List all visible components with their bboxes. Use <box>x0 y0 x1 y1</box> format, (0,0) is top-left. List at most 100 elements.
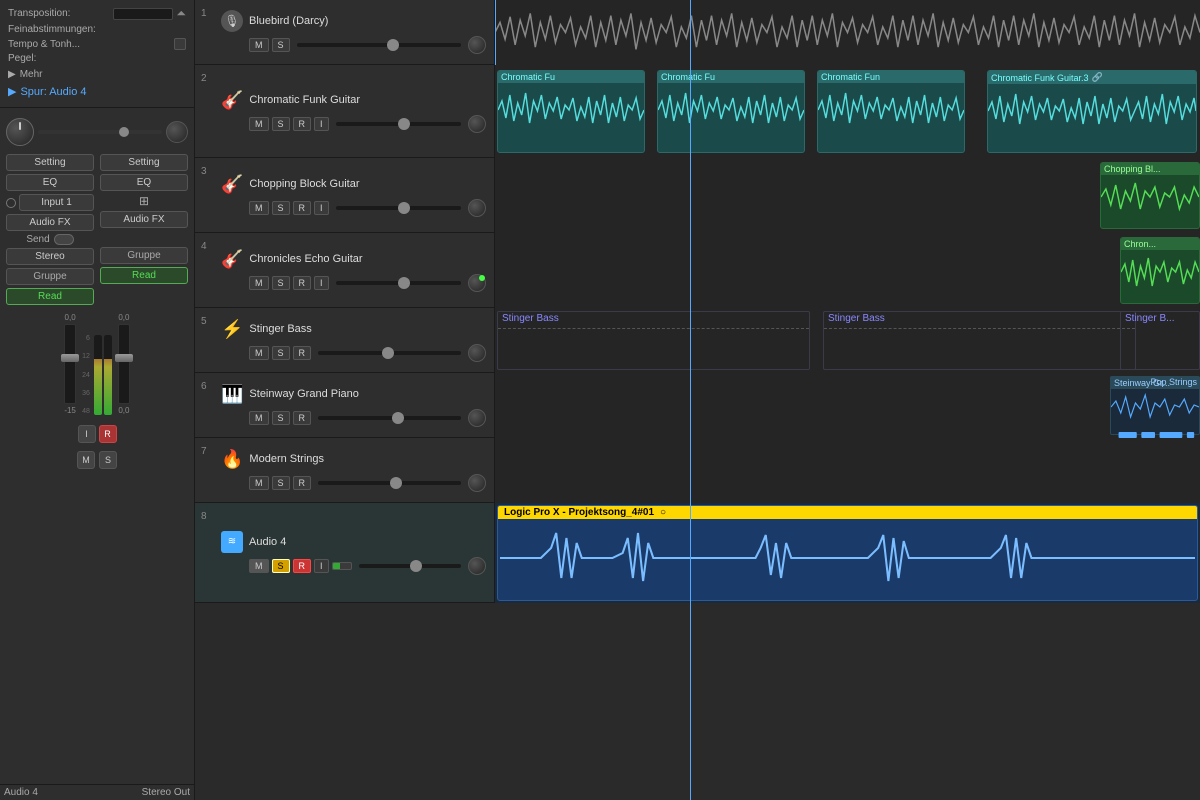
track6-m-button[interactable]: M <box>249 411 269 425</box>
track-content-5[interactable]: Stinger Bass Stinger Bass Stinger B... <box>495 308 1200 373</box>
fader-val-left: 0,0 <box>65 313 76 322</box>
track4-i-button[interactable]: I <box>314 276 329 290</box>
transposition-arrows[interactable]: ⏶ <box>176 6 186 21</box>
track-header-2: 2 🎸 Chromatic Funk Guitar M S R I <box>195 65 495 157</box>
track-row-6: 6 🎹 Steinway Grand Piano M S R Steinway … <box>195 373 1200 438</box>
stinger-clip-1[interactable]: Stinger Bass <box>497 311 810 370</box>
track1-knob[interactable] <box>468 36 486 54</box>
eq-button-left[interactable]: EQ <box>6 174 94 191</box>
track2-i-button[interactable]: I <box>314 117 329 131</box>
clip-chronicles-right[interactable]: Chron... <box>1120 237 1200 304</box>
track5-s-button[interactable]: S <box>272 346 290 360</box>
setting-button-right[interactable]: Setting <box>100 154 188 171</box>
left-top-controls: Transposition: ⏶ Feinabstimmungen: Tempo… <box>0 0 194 108</box>
mehr-button[interactable]: ▶ Mehr <box>8 67 186 82</box>
track8-slider[interactable] <box>359 564 461 568</box>
i-button[interactable]: I <box>78 425 96 443</box>
track-header-4: 4 🎸 Chronicles Echo Guitar M S R I <box>195 233 495 307</box>
track5-knob[interactable] <box>468 344 486 362</box>
audio4-waveform-area <box>498 519 1197 600</box>
stinger-clip-2[interactable]: Stinger Bass <box>823 311 1136 370</box>
m-button-bottom[interactable]: M <box>77 451 95 469</box>
input1-row: Input 1 <box>6 194 94 211</box>
track3-m-button[interactable]: M <box>249 201 269 215</box>
level-slider[interactable] <box>38 130 162 134</box>
track7-slider[interactable] <box>318 481 461 485</box>
track3-s-button[interactable]: S <box>272 201 290 215</box>
clip-chopping-right[interactable]: Chopping Bl... <box>1100 162 1200 229</box>
track4-r-button[interactable]: R <box>293 276 312 290</box>
audio-fx-button-left[interactable]: Audio FX <box>6 214 94 231</box>
read-button-right[interactable]: Read <box>100 267 188 284</box>
clip-chromatic-2[interactable]: Chromatic Fu <box>657 70 805 153</box>
track1-waveform <box>495 0 1200 65</box>
track2-slider[interactable] <box>336 122 461 126</box>
track6-knob[interactable] <box>468 409 486 427</box>
input1-button[interactable]: Input 1 <box>19 194 94 211</box>
track6-slider[interactable] <box>318 416 461 420</box>
track5-slider[interactable] <box>318 351 461 355</box>
track7-r-button[interactable]: R <box>293 476 312 490</box>
track5-r-button[interactable]: R <box>293 346 312 360</box>
r-button[interactable]: R <box>99 425 117 443</box>
track2-knob[interactable] <box>468 115 486 133</box>
gruppe-button-left[interactable]: Gruppe <box>6 268 94 285</box>
audio4-clip[interactable]: Logic Pro X - Projektsong_4#01 ○ <box>497 505 1198 601</box>
gruppe-button-right[interactable]: Gruppe <box>100 247 188 264</box>
tempo-toggle[interactable] <box>174 38 186 50</box>
track1-m-button[interactable]: M <box>249 38 269 52</box>
right-fader[interactable] <box>118 324 130 404</box>
eq-button-right[interactable]: EQ <box>100 174 188 191</box>
read-button-left[interactable]: Read <box>6 288 94 305</box>
track4-s-button[interactable]: S <box>272 276 290 290</box>
send-toggle[interactable] <box>54 234 74 245</box>
spur-audio4-label[interactable]: ▶ Spur: Audio 4 <box>8 82 186 101</box>
track-content-7[interactable] <box>495 438 1200 503</box>
track-content-1[interactable] <box>495 0 1200 65</box>
track5-m-button[interactable]: M <box>249 346 269 360</box>
stinger-clip-3[interactable]: Stinger B... <box>1120 311 1200 370</box>
track-content-8[interactable]: Logic Pro X - Projektsong_4#01 ○ <box>495 503 1200 603</box>
setting-button-left[interactable]: Setting <box>6 154 94 171</box>
track7-s-button[interactable]: S <box>272 476 290 490</box>
clip-chromatic-1[interactable]: Chromatic Fu <box>497 70 645 153</box>
track3-knob[interactable] <box>468 199 486 217</box>
main-knob[interactable] <box>6 118 34 146</box>
track8-i-button[interactable]: I <box>314 559 329 573</box>
track-content-6[interactable]: Steinway Gr... Pop Strings <box>495 373 1200 438</box>
track3-i-button[interactable]: I <box>314 201 329 215</box>
track-content-4[interactable]: Chron... <box>495 233 1200 308</box>
steinway-clip-right[interactable]: Steinway Gr... <box>1110 376 1200 435</box>
track2-r-button[interactable]: R <box>293 117 312 131</box>
track3-slider[interactable] <box>336 206 461 210</box>
track3-r-button[interactable]: R <box>293 201 312 215</box>
track4-slider[interactable] <box>336 281 461 285</box>
track4-m-button[interactable]: M <box>249 276 269 290</box>
audio-fx-button-right[interactable]: Audio FX <box>100 211 188 228</box>
track-content-3[interactable]: Chopping Bl... <box>495 158 1200 233</box>
track1-slider[interactable] <box>297 43 461 47</box>
clip-label-chromatic-3: Chromatic Fun <box>818 71 964 83</box>
stereo-button[interactable]: Stereo <box>6 248 94 265</box>
track6-r-button[interactable]: R <box>293 411 312 425</box>
track1-s-button[interactable]: S <box>272 38 290 52</box>
track-name-row-6: 🎹 Steinway Grand Piano <box>203 384 486 405</box>
track8-m-button[interactable]: M <box>249 559 269 573</box>
secondary-knob[interactable] <box>166 121 188 143</box>
track-content-2[interactable]: Chromatic Fu Chromatic Fu Chromatic Fun <box>495 65 1200 158</box>
track6-s-button[interactable]: S <box>272 411 290 425</box>
track7-m-button[interactable]: M <box>249 476 269 490</box>
clip-chromatic-3[interactable]: Chromatic Fun <box>817 70 965 153</box>
channel-strip: Setting EQ Input 1 Audio FX Send Stereo … <box>0 108 194 784</box>
track2-s-button[interactable]: S <box>272 117 290 131</box>
track7-knob[interactable] <box>468 474 486 492</box>
s-button-bottom[interactable]: S <box>99 451 117 469</box>
track2-m-button[interactable]: M <box>249 117 269 131</box>
left-fader[interactable] <box>64 324 76 404</box>
clip-chromatic-4[interactable]: Chromatic Funk Guitar.3 🔗 <box>987 70 1197 153</box>
track8-s-button[interactable]: S <box>272 559 290 573</box>
track8-r-button[interactable]: R <box>293 559 312 573</box>
track4-knob[interactable] <box>468 274 486 292</box>
track8-knob[interactable] <box>468 557 486 575</box>
track-icon-5: ⚡ <box>221 319 243 340</box>
